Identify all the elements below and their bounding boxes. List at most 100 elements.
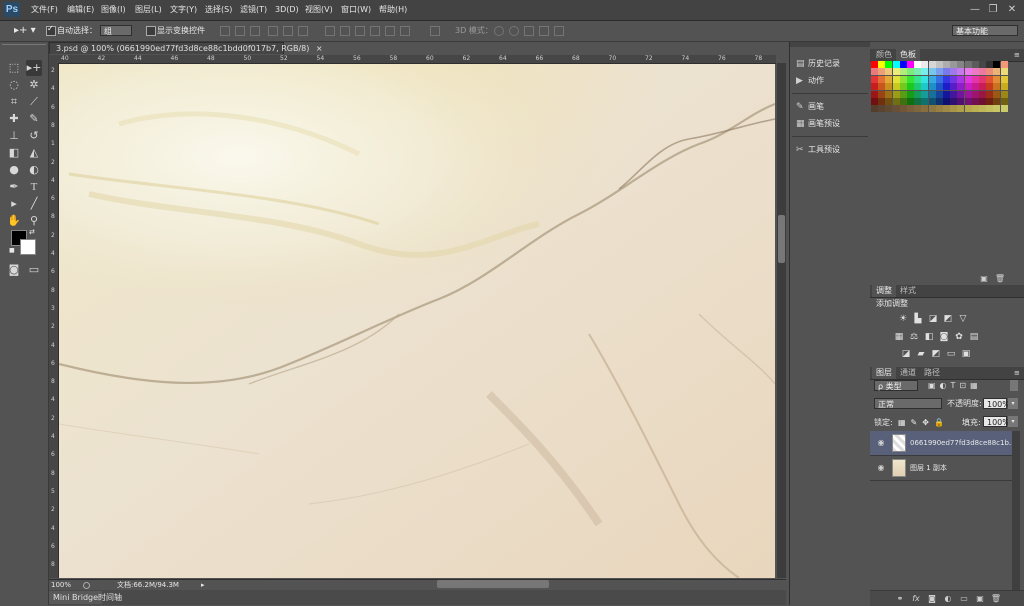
swatches-grid[interactable]: [871, 61, 1008, 115]
color-swatch[interactable]: [950, 105, 958, 113]
color-swatch[interactable]: [871, 75, 878, 83]
color-swatch[interactable]: [1000, 83, 1008, 91]
close-icon[interactable]: ✕: [1005, 3, 1019, 17]
color-swatch[interactable]: [885, 61, 893, 68]
color-swatch[interactable]: [899, 83, 907, 91]
color-swatch[interactable]: [986, 68, 994, 76]
color-swatch[interactable]: [928, 75, 936, 83]
color-swatch[interactable]: [907, 75, 914, 83]
selective-color-icon[interactable]: ▣: [961, 349, 971, 359]
color-swatch[interactable]: [899, 105, 907, 113]
lock-icons[interactable]: ▦✎✥🔒: [898, 417, 949, 428]
panel-history[interactable]: ▤ 历史记录: [796, 56, 840, 72]
color-swatch[interactable]: [921, 105, 929, 113]
color-swatch[interactable]: [871, 68, 878, 76]
color-swatch[interactable]: [907, 68, 914, 76]
color-swatch[interactable]: [935, 68, 943, 76]
toolbar-grip[interactable]: [2, 44, 46, 49]
brush-tool-icon[interactable]: ✎: [26, 111, 42, 127]
color-swatch[interactable]: [921, 83, 929, 91]
filter-toggle[interactable]: [1010, 380, 1018, 391]
delete-icon[interactable]: 🗑: [990, 593, 1002, 605]
color-swatch[interactable]: [964, 75, 972, 83]
layers-menu-icon[interactable]: ≡: [1014, 367, 1020, 379]
eraser-tool-icon[interactable]: ◧: [6, 145, 22, 161]
color-swatch[interactable]: [935, 75, 943, 83]
lasso-tool-icon[interactable]: ◌: [6, 77, 22, 93]
dodge-tool-icon[interactable]: ◐: [26, 162, 42, 178]
color-swatch[interactable]: [935, 61, 943, 68]
color-swatch[interactable]: [899, 98, 907, 105]
align-bottom-icon[interactable]: [250, 26, 260, 36]
align-hcenter-icon[interactable]: [283, 26, 293, 36]
color-swatch[interactable]: [943, 98, 950, 105]
show-transform-checkbox[interactable]: [146, 26, 156, 36]
distribute-left-icon[interactable]: [370, 26, 380, 36]
color-swatch[interactable]: [957, 105, 965, 113]
color-swatch[interactable]: [943, 75, 950, 83]
background-color-swatch[interactable]: [20, 239, 36, 255]
color-swatch[interactable]: [957, 90, 965, 98]
color-swatch[interactable]: [892, 61, 900, 68]
hue-saturation-icon[interactable]: ▦: [894, 332, 904, 342]
color-swatch[interactable]: [899, 68, 907, 76]
color-swatch[interactable]: [986, 75, 994, 83]
crop-tool-icon[interactable]: ⌗: [6, 94, 22, 110]
color-swatch[interactable]: [928, 105, 936, 113]
color-swatch[interactable]: [943, 61, 950, 68]
color-swatch[interactable]: [957, 68, 965, 76]
tab-paths[interactable]: 路径: [920, 367, 944, 379]
dock-grip[interactable]: [790, 42, 870, 47]
distribute-right-icon[interactable]: [400, 26, 410, 36]
color-swatch[interactable]: [950, 90, 958, 98]
color-swatch[interactable]: [892, 75, 900, 83]
color-swatch[interactable]: [921, 68, 929, 76]
color-swatch[interactable]: [993, 90, 1001, 98]
color-swatch[interactable]: [993, 98, 1001, 105]
levels-icon[interactable]: ▙: [913, 314, 923, 324]
healing-brush-tool-icon[interactable]: ✚: [6, 111, 22, 127]
black-white-icon[interactable]: ◧: [924, 332, 934, 342]
new-swatch-icon[interactable]: ▣: [978, 273, 990, 285]
color-swatch[interactable]: [899, 75, 907, 83]
path-selection-tool-icon[interactable]: ▸: [6, 196, 22, 212]
color-swatch[interactable]: [957, 61, 965, 68]
panel-menu-icon[interactable]: ≡: [1014, 49, 1020, 61]
color-swatch[interactable]: [921, 90, 929, 98]
color-swatch[interactable]: [971, 68, 979, 76]
color-swatch[interactable]: [979, 98, 986, 105]
color-swatch[interactable]: [885, 75, 893, 83]
color-swatch[interactable]: [950, 68, 958, 76]
move-tool-icon[interactable]: ▸+: [26, 60, 42, 76]
menu-window[interactable]: 窗口(W): [341, 0, 371, 20]
color-swatch[interactable]: [928, 61, 936, 68]
align-vcenter-icon[interactable]: [235, 26, 245, 36]
mask-icon[interactable]: ◙: [926, 593, 938, 605]
color-balance-icon[interactable]: ⚖: [909, 332, 919, 342]
color-swatch[interactable]: [914, 61, 922, 68]
color-swatch[interactable]: [935, 83, 943, 91]
menu-select[interactable]: 选择(S): [205, 0, 232, 20]
pen-tool-icon[interactable]: ✒: [6, 179, 22, 195]
align-left-icon[interactable]: [268, 26, 278, 36]
color-swatch[interactable]: [885, 98, 893, 105]
tab-swatches[interactable]: 色板: [896, 49, 920, 61]
auto-select-checkbox[interactable]: ✓: [46, 24, 56, 36]
color-swatch[interactable]: [871, 105, 878, 113]
blend-mode-dropdown[interactable]: 正常: [874, 398, 942, 409]
color-swatch[interactable]: [986, 90, 994, 98]
vibrance-icon[interactable]: ▽: [958, 314, 968, 324]
distribute-vcenter-icon[interactable]: [340, 26, 350, 36]
color-swatch[interactable]: [979, 90, 986, 98]
document-canvas[interactable]: [59, 64, 775, 578]
screen-mode-icon[interactable]: ▭: [26, 262, 42, 278]
color-swatch[interactable]: [971, 105, 979, 113]
blur-tool-icon[interactable]: ●: [6, 162, 22, 178]
color-swatch[interactable]: [971, 98, 979, 105]
ruler-vertical[interactable]: 2 4 6 8 1 2 4 6 8 2 4 6 8 3 2 4 6 8 4 2 4 6 8 5 2 4 6 8: [49, 63, 59, 578]
layer-name[interactable]: 0661990ed77fd3d8ce88c1b...: [910, 431, 1012, 455]
close-document-icon[interactable]: ×: [316, 44, 323, 53]
menu-help[interactable]: 帮助(H): [379, 0, 407, 20]
color-swatch[interactable]: [993, 75, 1001, 83]
color-swatch[interactable]: [964, 98, 972, 105]
